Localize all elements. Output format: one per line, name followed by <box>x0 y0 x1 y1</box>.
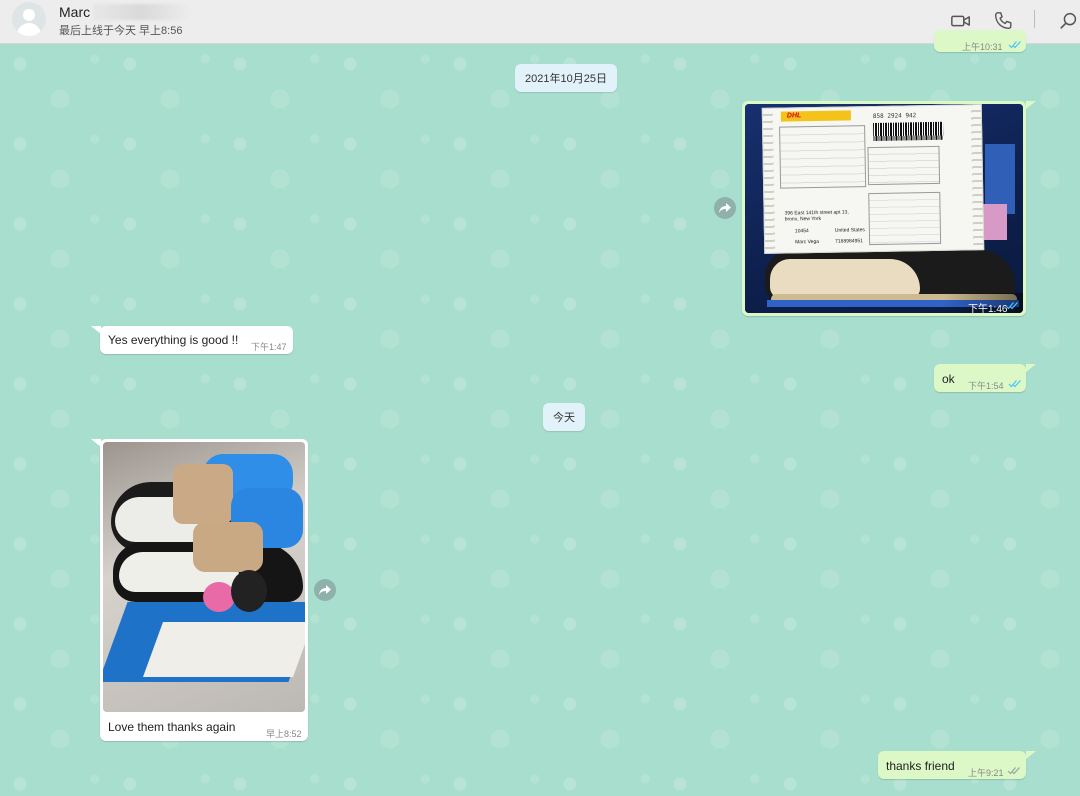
chat-header: Marc Ve 最后上线于今天 早上8:56 <box>0 0 1080 44</box>
forward-icon <box>719 203 731 213</box>
outgoing-message[interactable]: thanks friend 上午9:21 <box>878 751 1036 779</box>
outgoing-image-message[interactable]: DHL 858 2924 942 396 East 141th street a… <box>742 101 1036 316</box>
incoming-image-message[interactable]: Love them thanks again 早上8:52 <box>91 439 308 741</box>
forward-button[interactable] <box>714 197 736 219</box>
recipient-phone-text: 7188984951 <box>835 238 863 245</box>
last-seen-status: 最后上线于今天 早上8:56 <box>59 25 183 37</box>
message-time: 下午1:46 <box>968 304 1008 315</box>
sneaker-photo[interactable] <box>103 442 305 712</box>
message-time: 下午1:54 <box>968 381 1004 391</box>
message-time: 早上8:52 <box>266 729 302 739</box>
avatar[interactable] <box>12 2 46 36</box>
recipient-country-text: United States <box>834 227 865 234</box>
message-time: 下午1:47 <box>251 342 287 352</box>
tracking-number-text: 858 2924 942 <box>872 112 917 120</box>
forward-icon <box>319 585 331 595</box>
image-caption: Love them thanks again <box>108 720 236 734</box>
incoming-message[interactable]: Yes everything is good !! 下午1:47 <box>91 326 293 354</box>
message-time: 上午10:31 <box>962 42 1003 52</box>
recipient-zip-text: 10454 <box>794 228 809 235</box>
recipient-address-text: 396 East 141th street apt 13, bronx, New… <box>784 209 849 223</box>
read-receipt-icon <box>1005 302 1018 310</box>
message-text: ok <box>942 372 955 386</box>
voice-call-icon[interactable] <box>992 10 1014 32</box>
redacted-name-blur <box>93 4 189 20</box>
read-receipt-icon <box>1008 380 1021 388</box>
shipping-label-photo[interactable]: DHL 858 2924 942 396 East 141th street a… <box>745 104 1023 313</box>
forward-button[interactable] <box>314 579 336 601</box>
read-receipt-icon <box>1007 767 1020 775</box>
message-text: Yes everything is good !! <box>108 333 239 347</box>
search-icon[interactable] <box>1058 10 1080 32</box>
message-time: 上午9:21 <box>968 768 1004 778</box>
outgoing-message[interactable]: ok 下午1:54 <box>934 364 1036 392</box>
date-divider: 2021年10月25日 <box>515 64 617 92</box>
video-call-icon[interactable] <box>950 10 972 32</box>
message-text: thanks friend <box>886 759 955 773</box>
recipient-name-text: Marc Vega <box>795 238 820 246</box>
header-divider <box>1034 10 1035 28</box>
outgoing-message-partial[interactable]: 上午10:31 <box>934 30 1026 52</box>
read-receipt-icon <box>1008 41 1021 49</box>
date-divider: 今天 <box>543 403 585 431</box>
